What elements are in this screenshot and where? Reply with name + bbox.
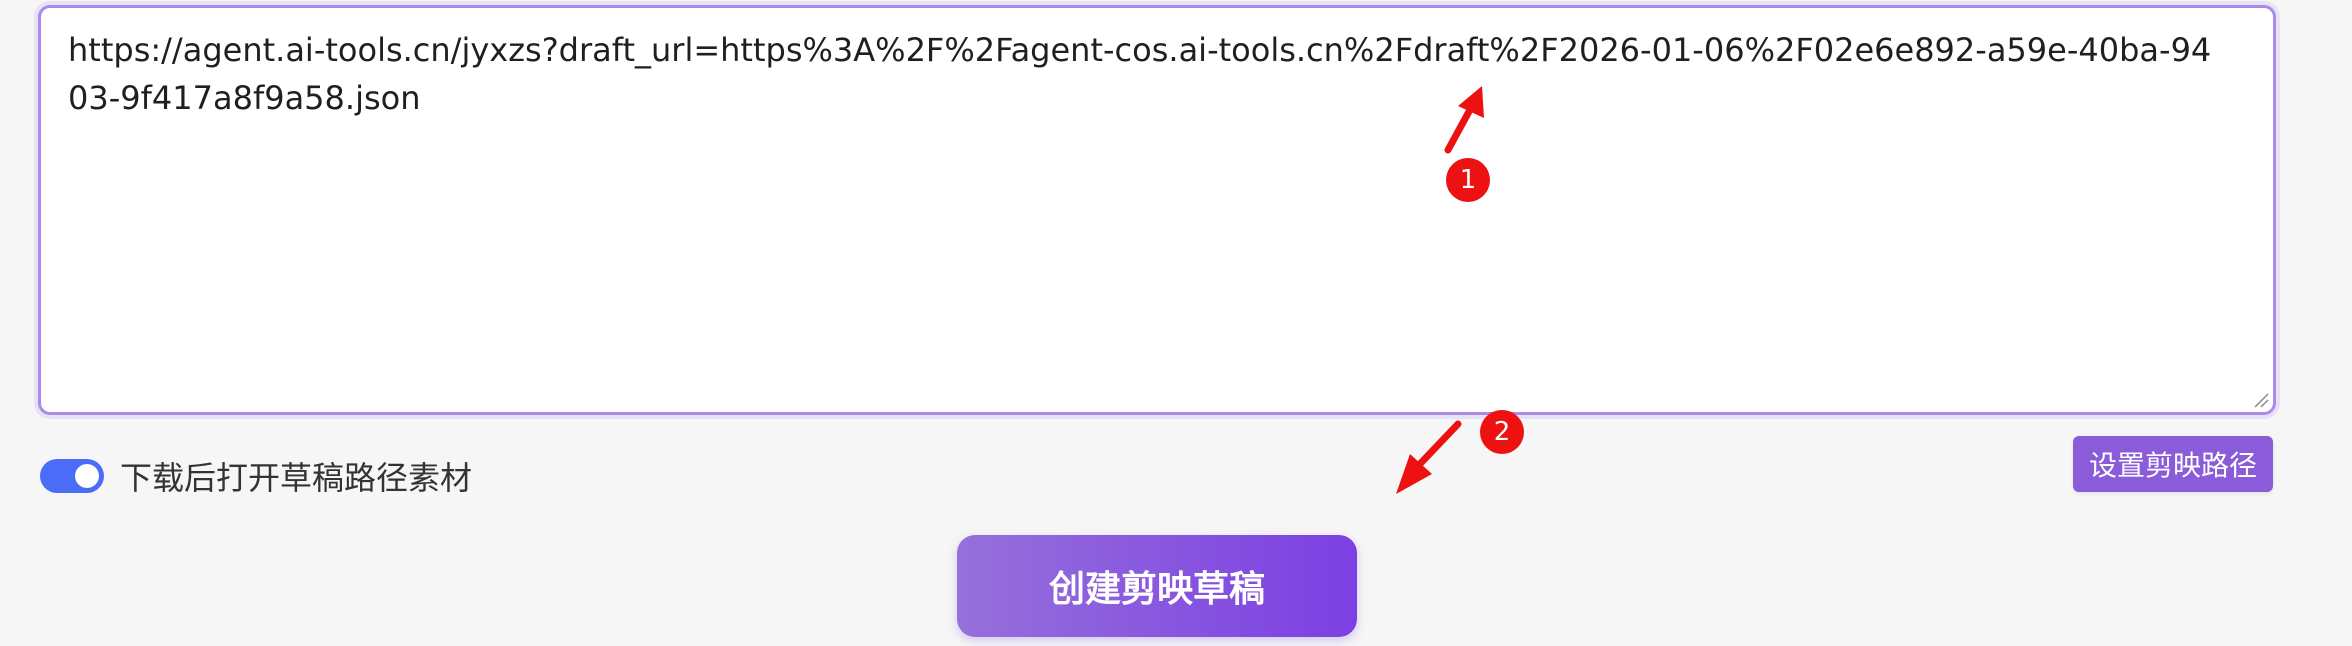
annotation-badge-1: 1 bbox=[1446, 158, 1490, 202]
annotation-badge-2: 2 bbox=[1480, 410, 1524, 454]
create-jianying-draft-button[interactable]: 创建剪映草稿 bbox=[957, 535, 1357, 637]
open-after-download-label: 下载后打开草稿路径素材 bbox=[120, 459, 473, 497]
draft-url-textarea[interactable]: https://agent.ai-tools.cn/jyxzs?draft_ur… bbox=[38, 5, 2276, 415]
annotation-arrow-down-icon bbox=[1396, 420, 1462, 494]
open-after-download-toggle[interactable] bbox=[40, 459, 104, 493]
page: https://agent.ai-tools.cn/jyxzs?draft_ur… bbox=[0, 0, 2352, 646]
set-jianying-path-button[interactable]: 设置剪映路径 bbox=[2073, 436, 2273, 492]
open-after-download-row: 下载后打开草稿路径素材 bbox=[40, 456, 473, 497]
annotation-arrow-up-icon bbox=[1444, 86, 1484, 154]
toggle-knob bbox=[75, 464, 99, 488]
resize-grip-icon[interactable] bbox=[2251, 390, 2269, 408]
draft-url-text[interactable]: https://agent.ai-tools.cn/jyxzs?draft_ur… bbox=[68, 26, 2228, 122]
